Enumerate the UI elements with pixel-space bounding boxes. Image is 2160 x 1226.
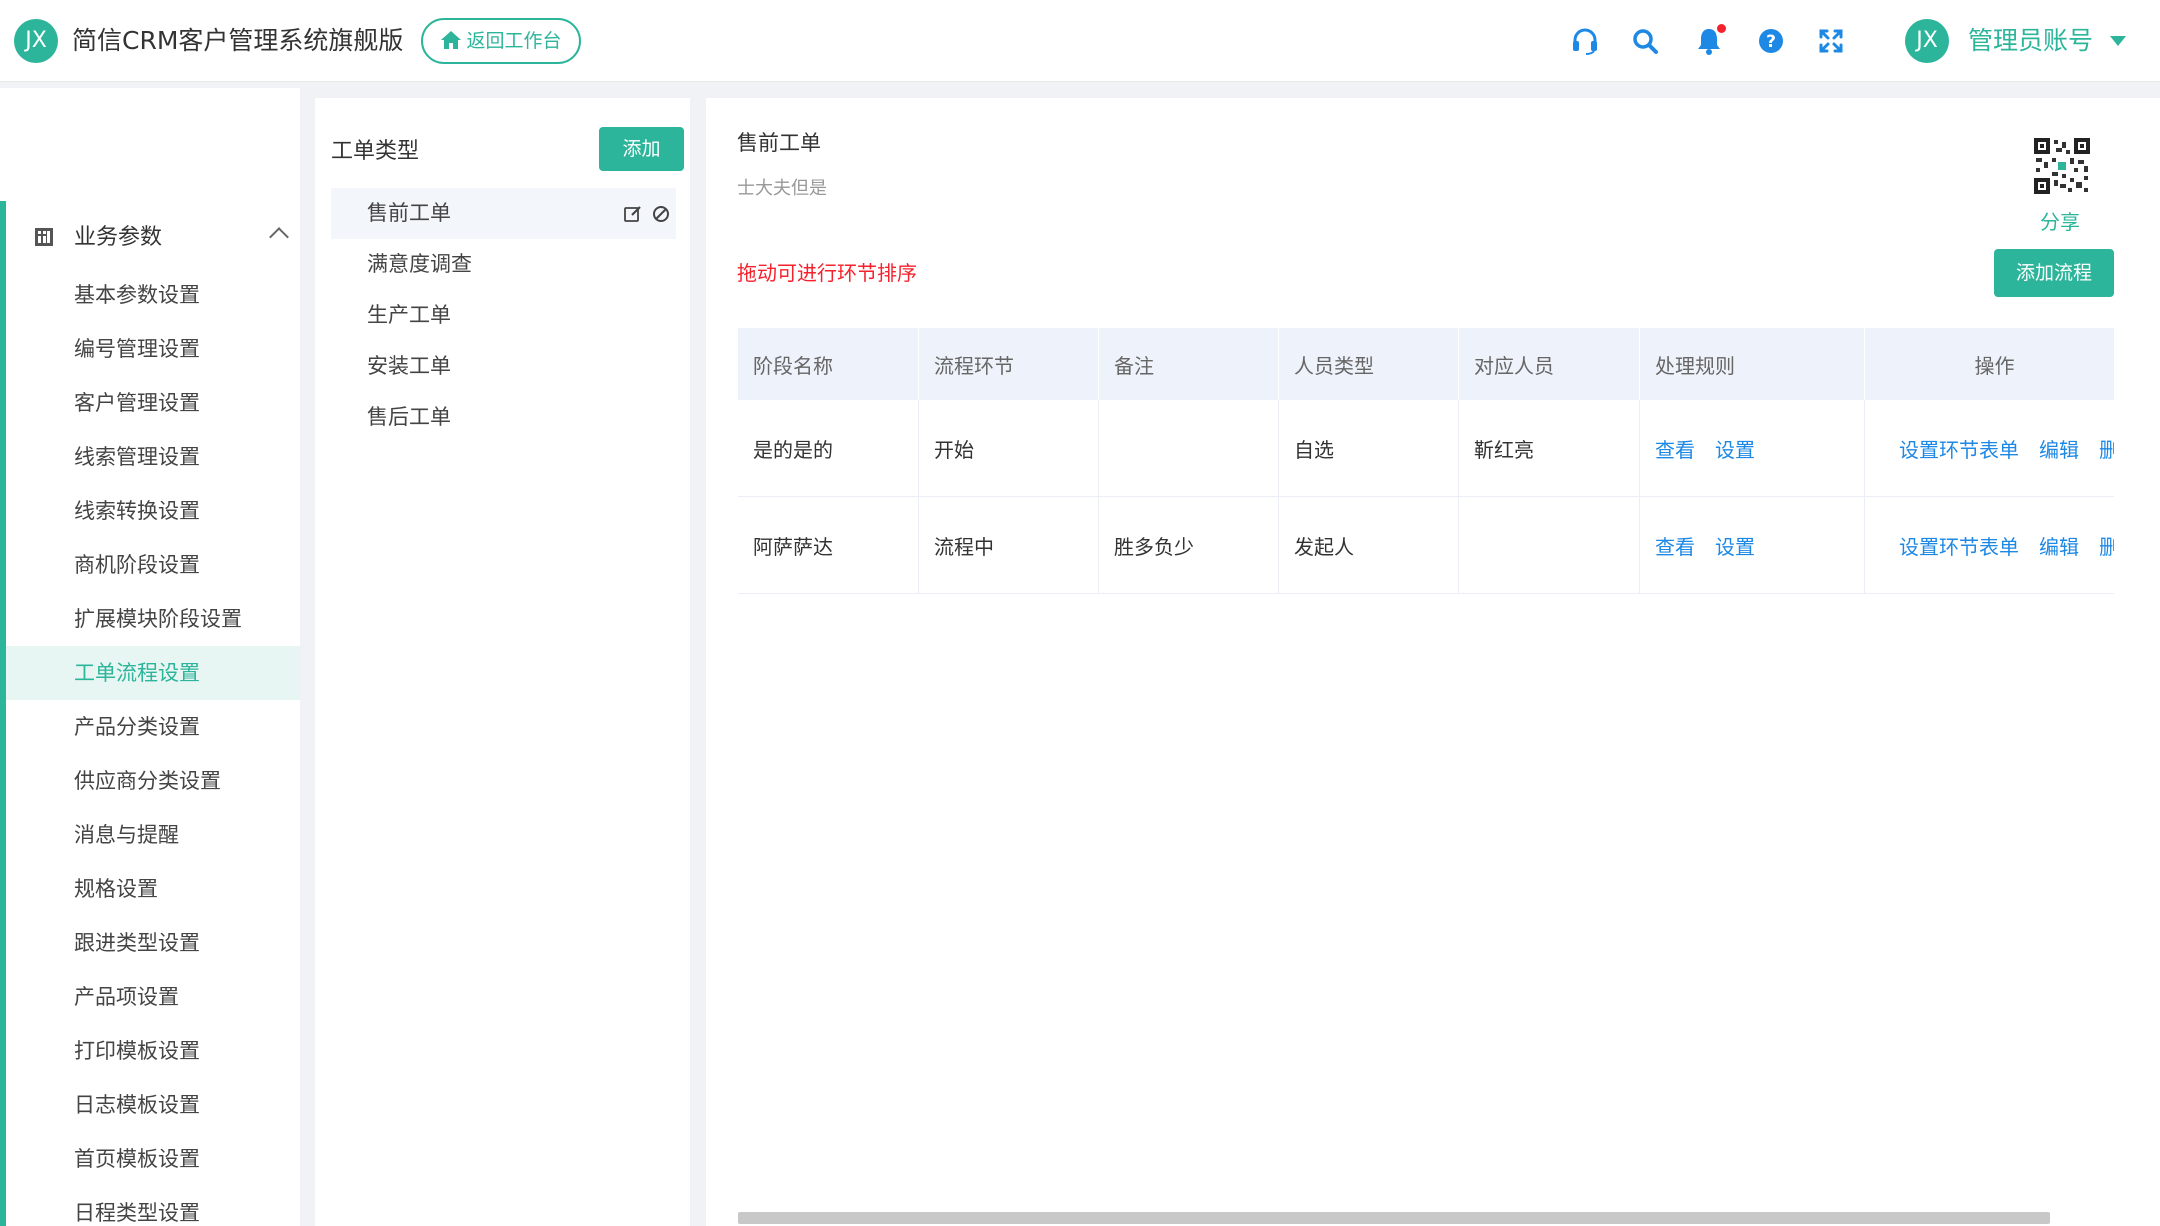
qr-code-icon[interactable] bbox=[2034, 138, 2090, 194]
sidebar-item-customer-mgmt[interactable]: 客户管理设置 bbox=[6, 376, 300, 430]
set-step-form-link[interactable]: 设置环节表单 bbox=[1899, 531, 2019, 560]
settings-sidebar: 业务参数 基本参数设置 编号管理设置 客户管理设置 线索管理设置 线索转换设置 … bbox=[0, 88, 300, 1226]
column-header: 对应人员 bbox=[1459, 328, 1640, 400]
panel-title: 工单类型 bbox=[331, 139, 420, 164]
person-cell bbox=[1459, 497, 1640, 593]
sidebar-item-specs[interactable]: 规格设置 bbox=[6, 862, 300, 916]
app-logo: JX bbox=[14, 19, 58, 63]
view-rule-link[interactable]: 查看 bbox=[1655, 531, 1695, 560]
user-account-name[interactable]: 管理员账号 bbox=[1968, 24, 2093, 58]
type-item-aftersale[interactable]: 售后工单 bbox=[331, 392, 676, 443]
sidebar-item-messages[interactable]: 消息与提醒 bbox=[6, 808, 300, 862]
home-icon bbox=[441, 31, 462, 49]
disable-icon[interactable] bbox=[651, 204, 671, 224]
table-row[interactable]: 阿萨萨达 流程中 胜多负少 发起人 查看 设置 设置环节表单 编辑 删 bbox=[738, 497, 2114, 594]
sidebar-item-lead-conversion[interactable]: 线索转换设置 bbox=[6, 484, 300, 538]
workorder-type-list: 售前工单 满意度调查 生产工单 安装工单 售后工单 bbox=[331, 188, 676, 443]
table-row[interactable]: 是的是的 开始 自选 靳红亮 查看 设置 设置环节表单 编辑 删 bbox=[738, 400, 2114, 497]
add-type-button[interactable]: 添加 bbox=[599, 127, 684, 171]
delete-link[interactable]: 删 bbox=[2099, 434, 2114, 463]
operations-cell: 设置环节表单 编辑 删 bbox=[1865, 400, 2114, 496]
person-type-cell: 自选 bbox=[1279, 400, 1459, 496]
avatar[interactable]: JX bbox=[1905, 19, 1949, 63]
flow-step-cell: 流程中 bbox=[919, 497, 1099, 593]
column-header: 操作 bbox=[1865, 328, 2114, 400]
sidebar-group-label: 业务参数 bbox=[74, 225, 163, 250]
person-cell: 靳红亮 bbox=[1459, 400, 1640, 496]
sidebar-item-log-template[interactable]: 日志模板设置 bbox=[6, 1078, 300, 1132]
sidebar-item-opportunity-stage[interactable]: 商机阶段设置 bbox=[6, 538, 300, 592]
notification-button[interactable] bbox=[1694, 24, 1726, 56]
sidebar-item-supplier-category[interactable]: 供应商分类设置 bbox=[6, 754, 300, 808]
back-to-workbench-label: 返回工作台 bbox=[466, 30, 562, 52]
operations-cell: 设置环节表单 编辑 删 bbox=[1865, 497, 2114, 593]
rule-cell: 查看 设置 bbox=[1640, 497, 1865, 593]
add-flow-button[interactable]: 添加流程 bbox=[1994, 249, 2114, 297]
search-icon[interactable] bbox=[1630, 26, 1660, 56]
column-header: 流程环节 bbox=[919, 328, 1099, 400]
drag-sort-hint: 拖动可进行环节排序 bbox=[737, 261, 917, 285]
column-header: 阶段名称 bbox=[738, 328, 919, 400]
sidebar-item-print-template[interactable]: 打印模板设置 bbox=[6, 1024, 300, 1078]
type-item-production[interactable]: 生产工单 bbox=[331, 290, 676, 341]
sidebar-item-schedule-type[interactable]: 日程类型设置 bbox=[6, 1186, 300, 1226]
caret-down-icon[interactable] bbox=[2110, 36, 2126, 46]
workflow-title: 售前工单 bbox=[737, 131, 821, 155]
type-item-satisfaction[interactable]: 满意度调查 bbox=[331, 239, 676, 290]
help-icon[interactable]: ? bbox=[1756, 26, 1786, 56]
stage-name-cell: 是的是的 bbox=[738, 400, 919, 496]
app-title: 简信CRM客户管理系统旗舰版 bbox=[72, 26, 404, 55]
column-header: 处理规则 bbox=[1640, 328, 1865, 400]
horizontal-scrollbar[interactable] bbox=[738, 1212, 2050, 1224]
type-item-presale[interactable]: 售前工单 bbox=[331, 188, 676, 239]
chevron-up-icon[interactable] bbox=[269, 227, 289, 247]
top-header: JX 简信CRM客户管理系统旗舰版 返回工作台 ? JX 管理员账号 bbox=[0, 0, 2160, 82]
edit-icon[interactable] bbox=[623, 204, 643, 224]
delete-link[interactable]: 删 bbox=[2099, 531, 2114, 560]
sidebar-item-basic-params[interactable]: 基本参数设置 bbox=[6, 268, 300, 322]
sidebar-item-product-category[interactable]: 产品分类设置 bbox=[6, 700, 300, 754]
headset-icon[interactable] bbox=[1570, 26, 1600, 56]
table-header-row: 阶段名称 流程环节 备注 人员类型 对应人员 处理规则 操作 bbox=[738, 328, 2114, 400]
sidebar-item-followup-type[interactable]: 跟进类型设置 bbox=[6, 916, 300, 970]
sidebar-item-home-template[interactable]: 首页模板设置 bbox=[6, 1132, 300, 1186]
fullscreen-icon[interactable] bbox=[1816, 26, 1846, 56]
sidebar-menu: 基本参数设置 编号管理设置 客户管理设置 线索管理设置 线索转换设置 商机阶段设… bbox=[6, 268, 300, 1226]
type-item-installation[interactable]: 安装工单 bbox=[331, 341, 676, 392]
note-cell: 胜多负少 bbox=[1099, 497, 1279, 593]
workorder-types-panel: 工单类型 添加 售前工单 满意度调查 生产工单 安装工单 售后工单 bbox=[315, 98, 690, 1226]
sidebar-item-product-field[interactable]: 产品项设置 bbox=[6, 970, 300, 1024]
notification-dot bbox=[1717, 24, 1726, 33]
rule-cell: 查看 设置 bbox=[1640, 400, 1865, 496]
sidebar-item-lead-mgmt[interactable]: 线索管理设置 bbox=[6, 430, 300, 484]
sidebar-item-workorder-flow[interactable]: 工单流程设置 bbox=[6, 646, 300, 700]
set-rule-link[interactable]: 设置 bbox=[1715, 434, 1755, 463]
workflow-table: 阶段名称 流程环节 备注 人员类型 对应人员 处理规则 操作 是的是的 开始 自… bbox=[738, 328, 2114, 594]
grid-icon bbox=[35, 228, 53, 246]
share-link[interactable]: 分享 bbox=[2040, 208, 2080, 236]
edit-link[interactable]: 编辑 bbox=[2039, 434, 2079, 463]
workflow-description: 士大夫但是 bbox=[737, 178, 827, 199]
workflow-panel: 售前工单 士大夫但是 分享 拖动可进行环节排序 添加流程 阶段名称 流程环节 备… bbox=[706, 98, 2160, 1226]
view-rule-link[interactable]: 查看 bbox=[1655, 434, 1695, 463]
person-type-cell: 发起人 bbox=[1279, 497, 1459, 593]
set-rule-link[interactable]: 设置 bbox=[1715, 531, 1755, 560]
sidebar-item-numbering[interactable]: 编号管理设置 bbox=[6, 322, 300, 376]
note-cell bbox=[1099, 400, 1279, 496]
back-to-workbench-button[interactable]: 返回工作台 bbox=[421, 18, 581, 64]
sidebar-group-business-params[interactable]: 业务参数 bbox=[34, 220, 294, 256]
stage-name-cell: 阿萨萨达 bbox=[738, 497, 919, 593]
set-step-form-link[interactable]: 设置环节表单 bbox=[1899, 434, 2019, 463]
type-item-label: 售前工单 bbox=[367, 201, 451, 225]
column-header: 备注 bbox=[1099, 328, 1279, 400]
column-header: 人员类型 bbox=[1279, 328, 1459, 400]
svg-text:?: ? bbox=[1766, 32, 1776, 52]
flow-step-cell: 开始 bbox=[919, 400, 1099, 496]
sidebar-item-extension-stage[interactable]: 扩展模块阶段设置 bbox=[6, 592, 300, 646]
edit-link[interactable]: 编辑 bbox=[2039, 531, 2079, 560]
